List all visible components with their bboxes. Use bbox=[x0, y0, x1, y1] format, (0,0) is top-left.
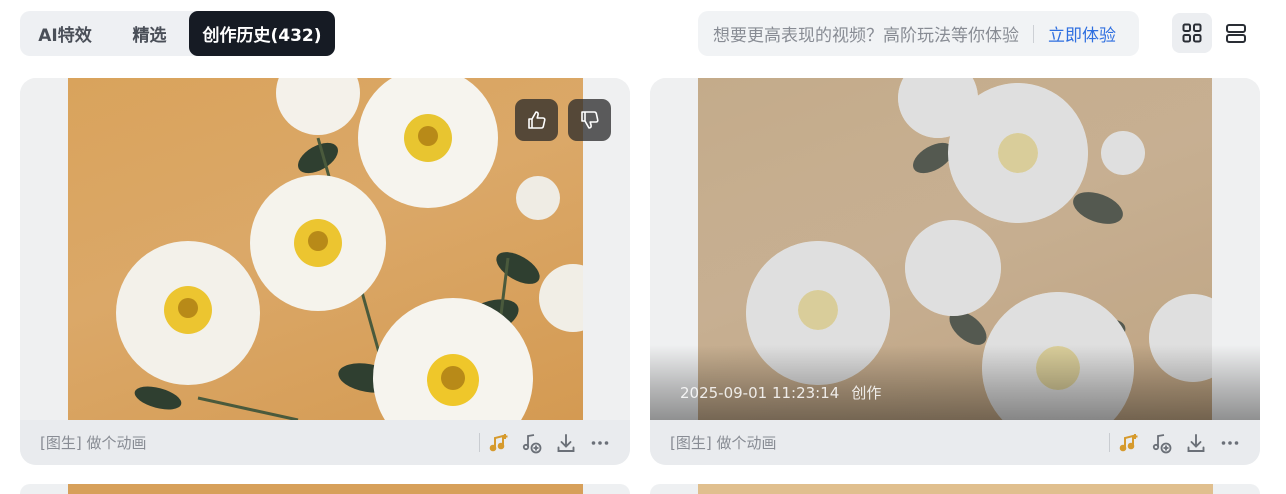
tab-bar: AI特效 精选 创作历史(432) bbox=[20, 11, 335, 56]
more-options-button[interactable] bbox=[1216, 429, 1244, 457]
promo-banner: 想要更高表现的视频？高阶玩法等你体验 立即体验 bbox=[698, 11, 1139, 56]
next-card-peek[interactable] bbox=[650, 484, 1260, 494]
add-music-button[interactable] bbox=[485, 429, 513, 457]
next-card-peek[interactable] bbox=[20, 484, 630, 494]
grid-view-button[interactable] bbox=[1172, 13, 1212, 53]
download-button[interactable] bbox=[552, 429, 580, 457]
download-button[interactable] bbox=[1182, 429, 1210, 457]
promo-text: 想要更高表现的视频？高阶玩法等你体验 bbox=[713, 26, 1019, 46]
creation-timestamp: 2025-09-01 11:23:14 bbox=[680, 384, 840, 402]
list-icon bbox=[1226, 24, 1246, 43]
tab-featured[interactable]: 精选 bbox=[110, 11, 189, 56]
creation-meta: 2025-09-01 11:23:14 创作 bbox=[680, 382, 881, 403]
add-music-button[interactable] bbox=[1115, 429, 1143, 457]
grid-icon bbox=[1182, 23, 1202, 43]
music-plus-icon bbox=[522, 434, 542, 454]
download-icon bbox=[1187, 434, 1205, 452]
next-card-image bbox=[698, 484, 1213, 494]
music-add-button[interactable] bbox=[518, 429, 546, 457]
chrysanthemum-painting bbox=[68, 78, 583, 420]
creation-card[interactable]: 2025-09-01 11:23:14 创作 [图生] 做个动画 bbox=[650, 78, 1260, 465]
next-card-image bbox=[68, 484, 583, 494]
tab-ai-effects[interactable]: AI特效 bbox=[20, 11, 110, 56]
thumbs-up-icon bbox=[527, 111, 546, 129]
music-note-icon bbox=[489, 434, 508, 452]
footer-divider bbox=[1109, 433, 1110, 452]
tab-creation-history[interactable]: 创作历史(432) bbox=[189, 11, 335, 56]
list-view-button[interactable] bbox=[1216, 13, 1256, 53]
promo-divider bbox=[1033, 24, 1034, 43]
creation-card[interactable]: [图生] 做个动画 bbox=[20, 78, 630, 465]
card-footer: [图生] 做个动画 bbox=[20, 420, 630, 465]
more-icon bbox=[1221, 441, 1239, 445]
try-now-link[interactable]: 立即体验 bbox=[1048, 21, 1116, 46]
card-footer: [图生] 做个动画 bbox=[650, 420, 1260, 465]
dislike-button[interactable] bbox=[568, 99, 611, 141]
more-options-button[interactable] bbox=[586, 429, 614, 457]
like-button[interactable] bbox=[515, 99, 558, 141]
music-note-icon bbox=[1119, 434, 1138, 452]
thumbs-down-icon bbox=[580, 111, 599, 129]
card-preview[interactable]: 2025-09-01 11:23:14 创作 bbox=[650, 78, 1260, 420]
card-caption: [图生] 做个动画 bbox=[670, 434, 777, 452]
music-add-button[interactable] bbox=[1148, 429, 1176, 457]
more-icon bbox=[591, 441, 609, 445]
download-icon bbox=[557, 434, 575, 452]
card-caption: [图生] 做个动画 bbox=[40, 434, 147, 452]
music-plus-icon bbox=[1152, 434, 1172, 454]
card-preview[interactable] bbox=[20, 78, 630, 420]
footer-divider bbox=[479, 433, 480, 452]
creation-type-label: 创作 bbox=[851, 384, 882, 402]
